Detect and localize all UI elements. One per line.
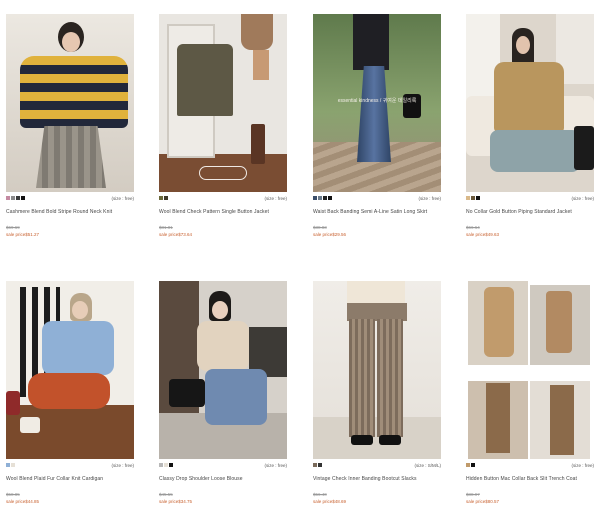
original-price: $66.64: [466, 225, 480, 230]
product-photo[interactable]: [6, 281, 134, 459]
color-swatch[interactable]: [471, 463, 475, 467]
color-swatches: [313, 463, 322, 467]
photo-caption: essential kindness / 귀여운 데일리룩: [337, 98, 417, 104]
product-photo[interactable]: [466, 281, 594, 459]
color-swatch[interactable]: [11, 196, 15, 200]
color-swatches: [466, 196, 480, 200]
product-photo[interactable]: [159, 14, 287, 192]
product-name[interactable]: Hidden Button Mac Collar Back Slit Trenc…: [466, 476, 594, 482]
color-swatch[interactable]: [313, 463, 317, 467]
color-swatch[interactable]: [318, 463, 322, 467]
product-photo[interactable]: [313, 281, 441, 459]
original-price: $38.83: [313, 225, 327, 230]
color-swatch[interactable]: [21, 196, 25, 200]
product-card[interactable]: (size : S/M/L) Vintage Check Inner Bandi…: [313, 281, 441, 504]
color-swatches: [159, 196, 168, 200]
sale-price: sale price$34.75: [159, 499, 193, 504]
sale-price: sale price$51.27: [6, 232, 40, 237]
sale-price: sale price$48.69: [313, 499, 347, 504]
color-swatch[interactable]: [6, 463, 10, 467]
color-swatch[interactable]: [466, 196, 470, 200]
original-price: $81.81: [159, 225, 173, 230]
product-photo[interactable]: [466, 14, 594, 192]
color-swatch[interactable]: [323, 196, 327, 200]
product-name[interactable]: Wool Blend Plaid Fur Collar Knit Cardiga…: [6, 476, 134, 482]
color-swatch[interactable]: [11, 463, 15, 467]
original-price: $45.55: [159, 492, 173, 497]
color-swatches: [6, 196, 25, 200]
color-swatch[interactable]: [6, 196, 10, 200]
sale-price: sale price$73.64: [159, 232, 193, 237]
product-name[interactable]: Classy Drop Shoulder Loose Blouse: [159, 476, 287, 482]
color-swatch[interactable]: [318, 196, 322, 200]
product-card[interactable]: essential kindness / 귀여운 데일리룩 (size : fr…: [313, 14, 441, 237]
sale-price: sale price$80.57: [466, 499, 500, 504]
product-name[interactable]: Vintage Check Inner Banding Bootcut Slac…: [313, 476, 441, 482]
color-swatch[interactable]: [313, 196, 317, 200]
size-label: (size : free): [264, 195, 287, 201]
size-label: (size : free): [111, 462, 134, 468]
color-swatches: [6, 463, 15, 467]
sale-price: sale price$29.56: [313, 232, 347, 237]
product-photo[interactable]: [159, 281, 287, 459]
color-swatch[interactable]: [159, 463, 163, 467]
product-name[interactable]: Wool Blend Check Pattern Single Button J…: [159, 209, 287, 215]
original-price: $56.40: [313, 492, 327, 497]
product-card[interactable]: (size : free) Classy Drop Shoulder Loose…: [159, 281, 287, 504]
product-card[interactable]: (size : free) Wool Blend Check Pattern S…: [159, 14, 287, 237]
color-swatch[interactable]: [16, 196, 20, 200]
original-price: $88.97: [466, 492, 480, 497]
product-name[interactable]: Waist Back Banding Semi A-Line Satin Lon…: [313, 209, 441, 215]
color-swatch[interactable]: [328, 196, 332, 200]
size-label: (size : free): [571, 462, 594, 468]
sale-price: sale price$49.63: [466, 232, 500, 237]
color-swatch[interactable]: [164, 196, 168, 200]
color-swatch[interactable]: [169, 463, 173, 467]
color-swatches: [466, 463, 475, 467]
size-label: (size : free): [111, 195, 134, 201]
product-card[interactable]: (size : free) Cashmere Blend Bold Stripe…: [6, 14, 134, 237]
product-card[interactable]: (size : free) Wool Blend Plaid Fur Colla…: [6, 281, 134, 504]
product-photo[interactable]: essential kindness / 귀여운 데일리룩: [313, 14, 441, 192]
color-swatches: [159, 463, 173, 467]
product-card[interactable]: (size : free) No Collar Gold Button Pipi…: [466, 14, 594, 237]
color-swatch[interactable]: [164, 463, 168, 467]
sale-price: sale price$44.85: [6, 499, 40, 504]
size-label: (size : S/M/L): [414, 462, 441, 468]
product-grid: (size : free) Cashmere Blend Bold Stripe…: [0, 0, 608, 512]
original-price: $58.85: [6, 492, 20, 497]
product-card[interactable]: (size : free) Hidden Button Mac Collar B…: [466, 281, 594, 504]
product-name[interactable]: No Collar Gold Button Piping Standard Ja…: [466, 209, 594, 215]
original-price: $69.69: [6, 225, 20, 230]
color-swatch[interactable]: [466, 463, 470, 467]
color-swatch[interactable]: [471, 196, 475, 200]
product-photo[interactable]: [6, 14, 134, 192]
size-label: (size : free): [571, 195, 594, 201]
color-swatch[interactable]: [476, 196, 480, 200]
size-label: (size : free): [264, 462, 287, 468]
size-label: (size : free): [418, 195, 441, 201]
product-name[interactable]: Cashmere Blend Bold Stripe Round Neck Kn…: [6, 209, 134, 215]
color-swatches: [313, 196, 332, 200]
color-swatch[interactable]: [159, 196, 163, 200]
